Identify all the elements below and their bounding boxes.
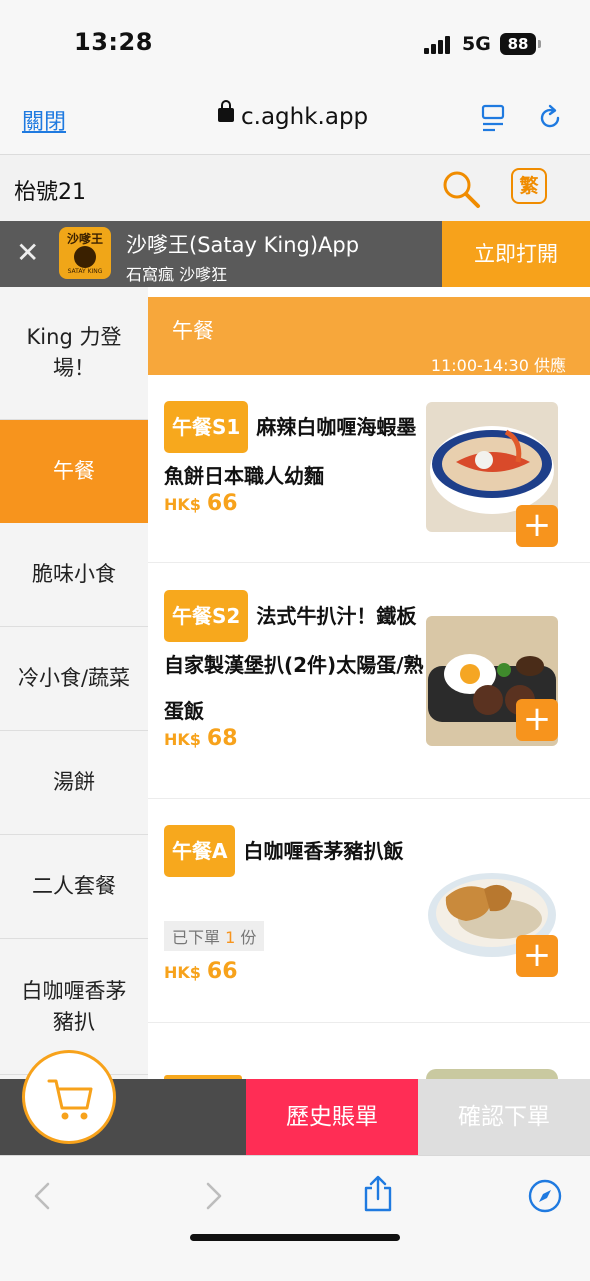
browser-top-bar: 關閉 c.aghk.app (0, 88, 590, 155)
currency: HK$ (164, 495, 201, 514)
sidebar-item-soup-cake[interactable]: 湯餅 (0, 731, 148, 835)
ordered-count: 1 (225, 928, 236, 947)
banner-subtitle: 石窩瘋 沙嗲狂 (126, 265, 228, 284)
network-type: 5G (462, 33, 491, 55)
ordered-count-badge: 已下單 1 份 (164, 921, 265, 951)
close-link[interactable]: 關閉 (22, 104, 66, 136)
item-code-badge: 午餐S1 (164, 401, 249, 453)
app-banner: ✕ 沙嗲王 SATAY KING 沙嗲王(Satay King)App 石窩瘋 … (0, 221, 590, 287)
menu-item[interactable] (148, 1023, 590, 1079)
share-icon[interactable] (362, 1174, 394, 1214)
open-app-button[interactable]: 立即打開 (442, 221, 590, 287)
sidebar-item-snacks[interactable]: 脆味小食 (0, 523, 148, 627)
sidebar-item-lunch[interactable]: 午餐 (0, 420, 148, 523)
battery-icon: 88 (500, 33, 536, 55)
item-price: HK$ 66 (164, 959, 238, 984)
table-number: 枱號21 (14, 180, 86, 205)
status-time: 13:28 (74, 28, 153, 56)
item-code-badge: 午餐S2 (164, 590, 249, 642)
add-to-cart-button[interactable]: + (516, 699, 558, 741)
sidebar-item-cold-veg[interactable]: 冷小食/蔬菜 (0, 627, 148, 731)
currency: HK$ (164, 730, 201, 749)
price-value: 66 (206, 959, 238, 984)
reader-icon[interactable] (481, 104, 505, 132)
sidebar-item-two-person-set[interactable]: 二人套餐 (0, 835, 148, 939)
ordered-prefix: 已下單 (172, 928, 221, 947)
menu-item[interactable]: 午餐S2 法式牛扒汁！鐵板自家製漢堡扒(2件)太陽蛋/熟蛋飯 HK$ 68 + (148, 563, 590, 799)
cart-button[interactable] (22, 1050, 116, 1144)
battery-tip (538, 40, 541, 48)
status-bar: 13:28 5G 88 (0, 0, 590, 88)
signal-icon (424, 36, 452, 54)
item-title: 午餐S2 法式牛扒汁！鐵板自家製漢堡扒(2件)太陽蛋/熟蛋飯 (164, 590, 426, 734)
category-sidebar: King 力登場！ 午餐 脆味小食 冷小食/蔬菜 湯餅 二人套餐 白咖喱香茅豬扒 (0, 287, 148, 1079)
food-image (426, 1069, 558, 1079)
logo-text: 沙嗲王 (66, 232, 103, 246)
section-header: 午餐 11:00-14:30 供應 (148, 297, 590, 375)
menu-list: 午餐 11:00-14:30 供應 午餐S1 麻辣白咖喱海蝦墨魚餅日本職人幼麵 H… (148, 287, 590, 1079)
price-value: 66 (206, 491, 238, 516)
history-bill-button[interactable]: 歷史賬單 (246, 1079, 418, 1155)
add-to-cart-button[interactable]: + (516, 935, 558, 977)
menu-item[interactable]: 午餐A 白咖喱香茅豬扒飯 已下單 1 份 HK$ 66 + (148, 799, 590, 1023)
item-price: HK$ 66 (164, 491, 238, 516)
item-code-badge: 午餐A (164, 825, 236, 877)
lock-icon (218, 100, 234, 122)
back-icon[interactable] (30, 1180, 56, 1212)
sidebar-item-king[interactable]: King 力登場！ (0, 287, 148, 420)
forward-icon[interactable] (200, 1180, 226, 1212)
search-icon[interactable] (441, 169, 481, 209)
confirm-order-button[interactable]: 確認下單 (418, 1079, 590, 1155)
price-value: 68 (206, 726, 238, 751)
menu-item[interactable]: 午餐S1 麻辣白咖喱海蝦墨魚餅日本職人幼麵 HK$ 66 + (148, 375, 590, 563)
ordered-suffix: 份 (240, 928, 257, 947)
section-hours: 11:00-14:30 供應 (430, 356, 566, 375)
store-header: 枱號21 繁 (0, 155, 590, 221)
item-title: 午餐A 白咖喱香茅豬扒飯 (164, 825, 426, 877)
close-icon[interactable]: ✕ (16, 237, 39, 269)
reload-icon[interactable] (536, 104, 564, 132)
language-toggle[interactable]: 繁 (511, 168, 547, 204)
section-title: 午餐 (172, 319, 214, 343)
item-title: 午餐S1 麻辣白咖喱海蝦墨魚餅日本職人幼麵 (164, 401, 426, 499)
banner-title: 沙嗲王(Satay King)App (126, 233, 360, 257)
item-price: HK$ 68 (164, 726, 238, 751)
item-name: 白咖喱香茅豬扒飯 (243, 839, 404, 863)
currency: HK$ (164, 963, 201, 982)
logo-sub: SATAY KING (67, 268, 103, 275)
compass-icon[interactable] (527, 1178, 563, 1214)
home-indicator (190, 1234, 400, 1241)
app-logo: 沙嗲王 SATAY KING (59, 227, 111, 279)
logo-emblem (74, 246, 96, 268)
add-to-cart-button[interactable]: + (516, 505, 558, 547)
url-display[interactable]: c.aghk.app (241, 104, 368, 130)
browser-bottom-toolbar (0, 1155, 590, 1281)
cart-icon (47, 1079, 93, 1120)
